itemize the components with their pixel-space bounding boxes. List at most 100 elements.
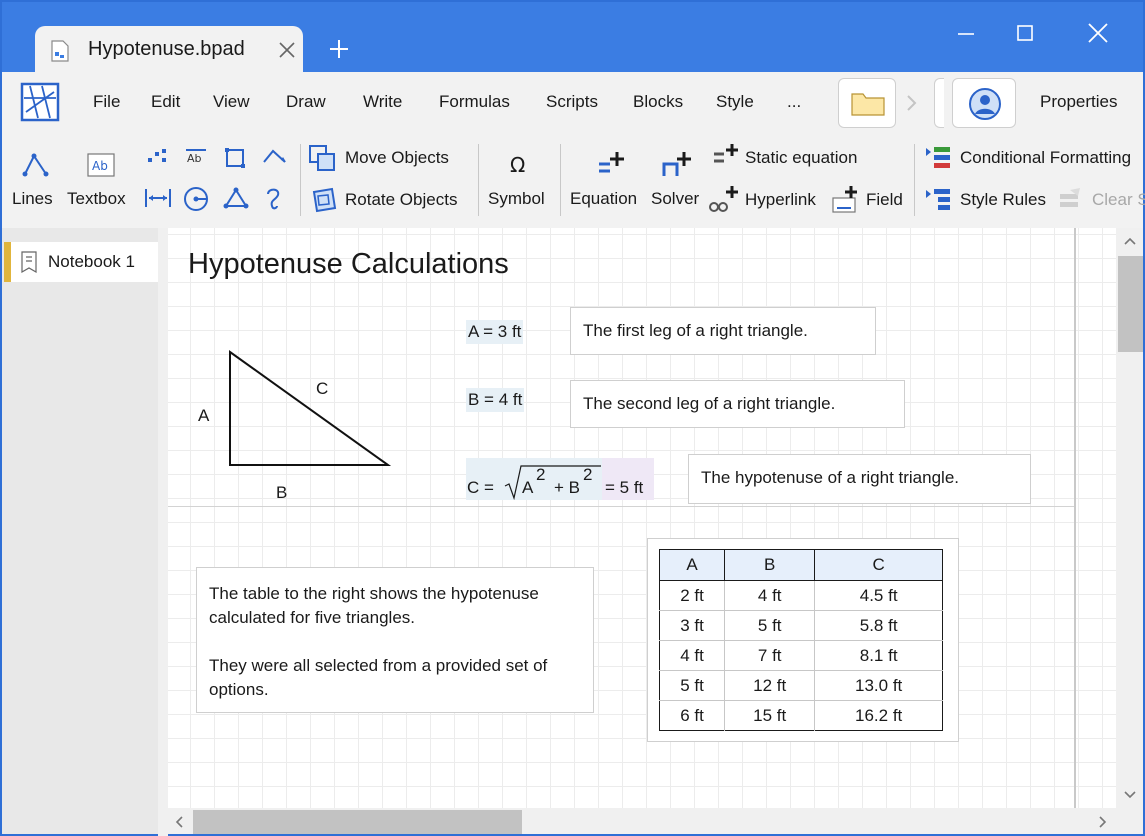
description-a[interactable]: The first leg of a right triangle.	[570, 307, 876, 355]
menu-edit[interactable]: Edit	[151, 92, 180, 112]
dimension-tool-icon[interactable]	[143, 186, 173, 210]
note-textbox[interactable]: The table to the right shows the hypoten…	[196, 567, 594, 713]
symbol-button[interactable]: Symbol	[488, 189, 545, 209]
column-header-b[interactable]: B	[724, 549, 816, 581]
folder-icon	[851, 93, 885, 116]
equation-b[interactable]: B = 4 ft	[466, 388, 525, 412]
table-cell[interactable]: 4 ft	[659, 640, 725, 671]
maximize-icon[interactable]	[1012, 20, 1038, 46]
right-triangle-drawing[interactable]	[224, 348, 394, 473]
minimize-icon[interactable]	[953, 20, 979, 46]
lines-button[interactable]: Lines	[12, 189, 53, 209]
close-window-icon[interactable]	[1085, 20, 1111, 46]
vector-tool-icon[interactable]	[261, 146, 289, 168]
table-row[interactable]: 6 ft 15 ft 16.2 ft	[659, 700, 943, 731]
description-c[interactable]: The hypotenuse of a right triangle.	[688, 454, 1031, 504]
note-paragraph-2: They were all selected from a provided s…	[209, 656, 548, 699]
polygon-tool-icon[interactable]	[222, 186, 250, 212]
equation-a[interactable]: A = 3 ft	[466, 320, 524, 344]
points-tool-icon[interactable]	[145, 146, 169, 168]
static-equation-icon	[714, 144, 738, 163]
table-cell[interactable]: 4 ft	[724, 580, 815, 611]
hyperlink-button[interactable]: Hyperlink	[745, 190, 816, 210]
omega-symbol-icon: Ω	[510, 154, 525, 176]
table-cell[interactable]: 2 ft	[659, 580, 725, 611]
style-rules-button[interactable]: Style Rules	[960, 190, 1046, 210]
document-tab[interactable]: Hypotenuse.bpad	[35, 26, 303, 74]
solver-button[interactable]: Solver	[651, 189, 699, 209]
clear-style-icon	[1060, 188, 1080, 207]
vertical-scrollbar[interactable]	[1116, 228, 1145, 808]
menu-write[interactable]: Write	[363, 92, 402, 112]
table-cell[interactable]: 3 ft	[659, 610, 725, 641]
menu-blocks[interactable]: Blocks	[633, 92, 683, 112]
column-header-a[interactable]: A	[658, 549, 726, 581]
move-objects-icon	[309, 145, 335, 171]
table-row[interactable]: 3 ft 5 ft 5.8 ft	[659, 610, 943, 641]
conditional-formatting-icon	[926, 147, 950, 168]
new-tab-icon[interactable]	[327, 37, 351, 61]
svg-text:Ab: Ab	[92, 159, 108, 173]
svg-text:Ab: Ab	[187, 152, 202, 165]
menu-more[interactable]: ...	[787, 92, 801, 112]
freehand-tool-icon[interactable]	[262, 186, 286, 212]
menu-draw[interactable]: Draw	[286, 92, 326, 112]
table-cell[interactable]: 5 ft	[659, 670, 725, 701]
move-objects-button[interactable]: Move Objects	[345, 148, 449, 168]
eq-c-plus-b: + B	[554, 478, 580, 497]
document-title[interactable]: Hypotenuse Calculations	[188, 248, 509, 281]
horizontal-scrollbar[interactable]	[168, 808, 1116, 836]
clear-style-button[interactable]: Clear S	[1092, 190, 1145, 210]
menu-file[interactable]: File	[93, 92, 120, 112]
table-row[interactable]: 2 ft 4 ft 4.5 ft	[659, 580, 943, 611]
description-b[interactable]: The second leg of a right triangle.	[570, 380, 905, 428]
table-cell[interactable]: 5.8 ft	[814, 610, 943, 641]
table-cell[interactable]: 13.0 ft	[814, 670, 943, 701]
table-cell[interactable]: 12 ft	[724, 670, 815, 701]
menu-style[interactable]: Style	[716, 92, 754, 112]
scroll-right-icon[interactable]	[1098, 815, 1108, 829]
eq-c-exp1: 2	[536, 465, 546, 484]
equation-c[interactable]: C = A 2 + B 2 = 5 ft	[466, 458, 654, 500]
rotate-objects-button[interactable]: Rotate Objects	[345, 190, 457, 210]
document-canvas[interactable]: Hypotenuse Calculations A C B A = 3 ft T…	[168, 228, 1116, 808]
scroll-up-icon[interactable]	[1123, 236, 1137, 246]
vertical-scroll-thumb[interactable]	[1118, 256, 1143, 352]
circle-tool-icon[interactable]	[182, 186, 210, 212]
horizontal-scroll-thumb[interactable]	[193, 810, 522, 834]
table-cell[interactable]: 5 ft	[724, 610, 815, 641]
field-button[interactable]: Field	[866, 190, 903, 210]
triangle-label-c: C	[316, 379, 329, 398]
table-cell[interactable]: 4.5 ft	[814, 580, 943, 611]
conditional-formatting-button[interactable]: Conditional Formatting	[960, 148, 1131, 168]
results-table-container[interactable]: A B C 2 ft 4 ft 4.5 ft 3 ft 5 ft 5.8 ft …	[647, 538, 959, 742]
close-tab-icon[interactable]	[277, 40, 297, 60]
eq-c-a: A	[522, 478, 534, 497]
table-cell[interactable]: 7 ft	[724, 640, 815, 671]
equation-icon	[599, 152, 624, 173]
table-cell[interactable]: 6 ft	[659, 700, 725, 731]
scroll-down-icon[interactable]	[1123, 790, 1137, 800]
static-equation-button[interactable]: Static equation	[745, 148, 857, 168]
user-account-button[interactable]	[952, 78, 1016, 128]
sidebar-item-notebook-1[interactable]: Notebook 1	[4, 242, 160, 282]
properties-button[interactable]: Properties	[1040, 92, 1117, 112]
equation-button[interactable]: Equation	[570, 189, 637, 209]
textbox-button[interactable]: Textbox	[67, 189, 126, 209]
table-cell[interactable]: 15 ft	[724, 700, 815, 731]
table-row[interactable]: 5 ft 12 ft 13.0 ft	[659, 670, 943, 701]
menu-scripts[interactable]: Scripts	[546, 92, 598, 112]
table-cell[interactable]: 16.2 ft	[814, 700, 943, 731]
open-folder-button[interactable]	[838, 78, 896, 128]
table-cell[interactable]: 8.1 ft	[814, 640, 943, 671]
page-break	[168, 506, 1074, 507]
table-row[interactable]: 4 ft 7 ft 8.1 ft	[659, 640, 943, 671]
scroll-left-icon[interactable]	[174, 815, 184, 829]
results-table[interactable]: A B C 2 ft 4 ft 4.5 ft 3 ft 5 ft 5.8 ft …	[658, 549, 943, 731]
label-tool-icon[interactable]: Ab	[183, 146, 209, 168]
menu-formulas[interactable]: Formulas	[439, 92, 510, 112]
menu-view[interactable]: View	[213, 92, 250, 112]
rectangle-tool-icon[interactable]	[223, 146, 247, 170]
column-header-c[interactable]: C	[814, 549, 943, 581]
app-logo-icon[interactable]	[20, 82, 60, 122]
